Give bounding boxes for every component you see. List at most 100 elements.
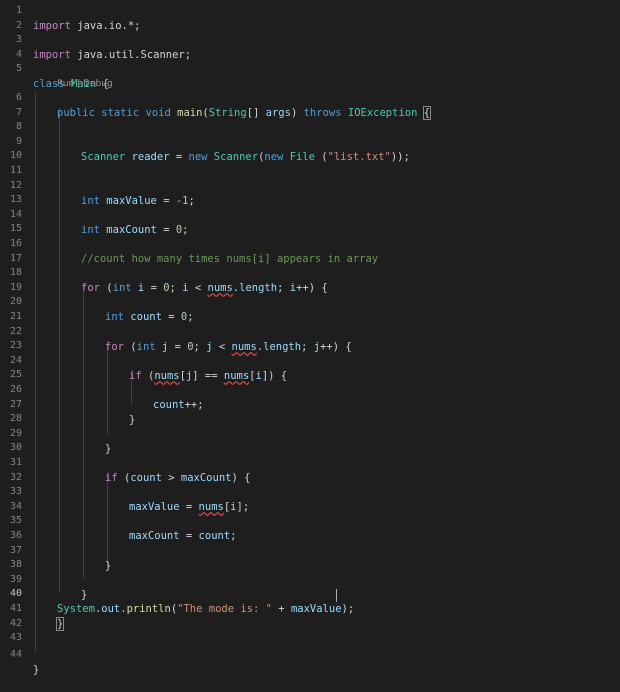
function-name: main [177,106,203,119]
code-text: [] [246,106,266,119]
error-squiggle[interactable]: nums [232,341,257,353]
type-name: String [208,106,247,119]
code-line[interactable]: maxCount = count; [0,514,620,542]
code-text: > [161,471,181,484]
keyword: int [112,281,132,294]
codelens-run-debug[interactable]: Run | Debug [57,77,113,91]
code-text: = [161,310,181,323]
code-line[interactable]: public static void main(String[] args) t… [0,91,620,120]
variable: maxCount [180,471,232,484]
error-squiggle[interactable]: nums [199,501,224,513]
code-line[interactable]: for (int j = 0; j < nums.length; j++) { [0,325,620,353]
keyword: public static void [57,106,171,119]
keyword: for [105,340,124,353]
code-text: = [169,150,189,163]
code-text: ]) { [261,369,288,382]
code-text: ; [187,310,194,323]
keyword: if [105,471,118,484]
variable: maxCount [129,529,180,542]
code-line[interactable]: if (count > maxCount) { [0,456,620,484]
closing-brace: } [105,442,112,455]
code-line[interactable]: if (nums[j] == nums[i]) { [0,354,620,382]
type-name: File [289,150,315,163]
code-text: ; [169,281,183,294]
code-text: ; [193,340,207,353]
variable: count [130,310,162,323]
code-text: ( [314,150,328,163]
code-text: ( [117,471,131,484]
text-cursor [336,589,337,602]
error-squiggle[interactable]: nums [208,282,233,294]
code-text: )); [390,150,410,163]
code-line[interactable]: int maxCount = 0; [0,208,620,236]
code-text: ) [290,106,304,119]
error-squiggle[interactable]: nums [224,370,249,382]
code-text: ]; [236,500,250,513]
code-text: = [144,281,164,294]
keyword: int [136,340,156,353]
code-line[interactable]: count++; [0,383,620,411]
code-line[interactable]: } [0,602,620,631]
code-text: java.io.*; [70,19,141,32]
code-line[interactable]: } [0,398,620,426]
code-text: < [212,340,232,353]
variable: reader [131,150,170,163]
code-line[interactable]: class Main { [0,62,620,90]
code-text: ; [230,529,237,542]
code-line[interactable]: import java.util.Scanner; [0,33,620,61]
code-text: ; [301,340,314,353]
string-literal: "list.txt" [327,150,391,163]
code-line[interactable]: import java.io.*; [0,4,620,32]
variable: maxValue [129,500,180,513]
keyword: import [33,19,71,32]
keyword: import [33,48,71,61]
code-editor[interactable]: 1 2 3 4 5 6 7 8 9 10 11 12 13 14 15 16 1… [0,0,620,676]
variable: maxCount [106,223,157,236]
code-text: ; [188,194,195,207]
error-squiggle[interactable]: nums [154,370,179,382]
closing-brace: } [33,663,40,676]
code-text: = [156,194,176,207]
bracket-match: } [55,616,65,631]
keyword: new [264,150,284,163]
code-line[interactable]: } [0,544,620,572]
code-text: ++) { [296,281,328,294]
code-line[interactable]: } [0,648,620,676]
code-line[interactable]: //count how many times nums[i] appears i… [0,237,620,265]
code-line[interactable]: Scanner reader = new Scanner(new File ("… [0,135,620,163]
closing-brace: } [129,413,136,426]
code-text: = [156,223,176,236]
number-literal: -1 [175,194,189,207]
code-text: < [188,281,208,294]
code-text: = [179,529,199,542]
code-line[interactable]: int maxValue = -1; [0,179,620,207]
comment: //count how many times nums[i] appears i… [81,252,379,265]
code-line[interactable]: int count = 0; [0,295,620,323]
keyword: throws [303,106,342,119]
keyword: int [81,194,100,207]
type-name: Scanner [81,150,126,163]
code-text: ) { [231,471,251,484]
code-text: ; [182,223,189,236]
code-line[interactable]: for (int i = 0; i < nums.length; i++) { [0,266,620,294]
type-name: Scanner [213,150,259,163]
code-line[interactable]: } [0,427,620,455]
variable: length [239,281,278,294]
bracket-match: { [422,105,432,120]
keyword: int [81,223,100,236]
code-line-active[interactable]: System.out.println("The mode is: " + max… [0,587,620,615]
code-text: = [179,500,199,513]
keyword: new [188,150,208,163]
code-text: ++) { [320,340,352,353]
variable: length [263,340,302,353]
keyword: for [81,281,100,294]
code-text: ] == [192,369,224,382]
code-line[interactable]: } [0,573,620,601]
parameter: args [265,106,291,119]
code-line[interactable]: maxValue = nums[i]; [0,485,620,513]
code-text: ( [99,281,113,294]
closing-brace: } [105,559,112,572]
code-text: java.util.Scanner; [70,48,192,61]
code-text: ; [277,281,290,294]
type-name: IOException [347,106,418,119]
